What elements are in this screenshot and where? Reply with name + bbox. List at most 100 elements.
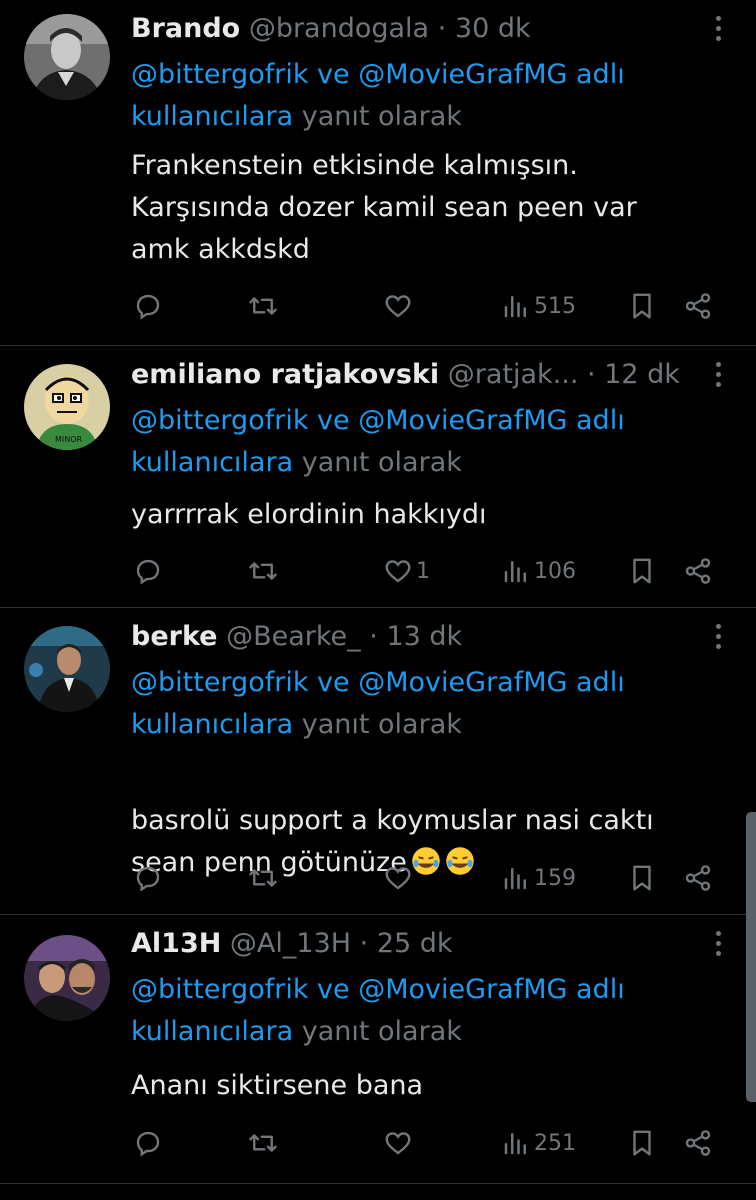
author-handle[interactable]: @brandogala	[249, 13, 429, 44]
mention-link[interactable]: kullanıcılara	[131, 101, 293, 132]
retweet-button[interactable]	[248, 288, 278, 324]
author-name[interactable]: Al13H	[131, 928, 221, 959]
mention-link[interactable]: @MovieGrafMG adlı	[358, 974, 624, 1005]
views-button[interactable]: 159	[501, 860, 576, 896]
tweet[interactable]: Brando @brandogala · 30 dk @bittergofrik…	[0, 0, 756, 346]
share-icon	[685, 865, 711, 891]
timestamp[interactable]: 13 dk	[386, 621, 462, 652]
tweet[interactable]: Al13H @Al_13H · 25 dk @bittergofrik ve @…	[0, 915, 756, 1184]
separator: ·	[437, 13, 447, 44]
like-button[interactable]	[383, 1125, 416, 1161]
avatar[interactable]	[24, 14, 110, 100]
replying-to: @bittergofrik ve @MovieGrafMG adlı kulla…	[131, 54, 711, 138]
timestamp[interactable]: 12 dk	[604, 359, 680, 390]
author-name[interactable]: berke	[131, 621, 218, 652]
bookmark-button[interactable]	[627, 1125, 657, 1161]
like-icon	[385, 867, 411, 890]
timestamp[interactable]: 30 dk	[455, 13, 531, 44]
reply-button[interactable]	[133, 288, 163, 324]
timestamp[interactable]: 25 dk	[377, 928, 453, 959]
avatar[interactable]: MINOR	[24, 364, 110, 450]
author-name[interactable]: emiliano ratjakovski	[131, 359, 439, 390]
views-button[interactable]: 515	[501, 288, 576, 324]
replying-to-suffix: yanıt olarak	[301, 101, 462, 132]
separator: ·	[587, 359, 596, 390]
bookmark-button[interactable]	[627, 288, 657, 324]
like-button[interactable]	[383, 860, 416, 896]
connector-text: ve	[317, 59, 350, 90]
avatar[interactable]	[24, 935, 110, 1021]
mention-link[interactable]: kullanıcılara	[131, 447, 293, 478]
mention-link[interactable]: kullanıcılara	[131, 709, 293, 740]
replying-to: @bittergofrik ve @MovieGrafMG adlı kulla…	[131, 662, 711, 746]
reply-button[interactable]	[133, 1125, 163, 1161]
like-button[interactable]: 1	[383, 553, 430, 589]
tweet-header: Brando @brandogala · 30 dk	[131, 12, 696, 46]
author-name[interactable]: Brando	[131, 13, 240, 44]
mention-link[interactable]: @MovieGrafMG adlı	[358, 405, 624, 436]
action-bar: 159	[131, 860, 721, 896]
share-icon	[685, 1130, 711, 1156]
author-handle[interactable]: @ratjak...	[448, 359, 579, 390]
scrollbar[interactable]	[746, 812, 756, 1102]
retweet-icon	[249, 1134, 277, 1152]
mention-link[interactable]: @MovieGrafMG adlı	[358, 59, 624, 90]
share-button[interactable]	[683, 1125, 713, 1161]
share-icon	[685, 293, 711, 319]
svg-text:MINOR: MINOR	[55, 435, 83, 444]
more-icon[interactable]	[716, 931, 722, 961]
mention-link[interactable]: @bittergofrik	[131, 667, 308, 698]
action-bar: 515	[131, 288, 721, 324]
replying-to-suffix: yanıt olarak	[301, 447, 462, 478]
tweet-header: Al13H @Al_13H · 25 dk	[131, 927, 696, 961]
more-icon[interactable]	[716, 362, 722, 392]
reply-icon	[136, 866, 160, 892]
mention-link[interactable]: @bittergofrik	[131, 974, 308, 1005]
reply-icon	[136, 1131, 160, 1157]
avatar-image: MINOR	[24, 364, 110, 450]
tweet-text: yarrrrak elordinin hakkıydı	[131, 499, 487, 530]
reply-button[interactable]	[133, 553, 163, 589]
replying-to-suffix: yanıt olarak	[301, 709, 462, 740]
share-button[interactable]	[683, 860, 713, 896]
views-icon	[504, 1133, 526, 1155]
avatar-image	[24, 935, 110, 1021]
action-bar: 251	[131, 1125, 721, 1161]
avatar[interactable]	[24, 626, 110, 712]
tweet-header: berke @Bearke_ · 13 dk	[131, 620, 696, 654]
tweet[interactable]: berke @Bearke_ · 13 dk @bittergofrik ve …	[0, 608, 756, 915]
connector-text: ve	[317, 667, 350, 698]
retweet-button[interactable]	[248, 553, 278, 589]
mention-link[interactable]: kullanıcılara	[131, 1016, 293, 1047]
view-count: 106	[534, 558, 576, 584]
retweet-icon	[249, 297, 277, 315]
retweet-button[interactable]	[248, 860, 278, 896]
retweet-button[interactable]	[248, 1125, 278, 1161]
author-handle[interactable]: @Al_13H	[230, 928, 351, 959]
author-handle[interactable]: @Bearke_	[226, 621, 361, 652]
bookmark-icon	[633, 293, 651, 319]
like-button[interactable]	[383, 288, 416, 324]
more-icon[interactable]	[716, 16, 722, 46]
more-icon[interactable]	[716, 624, 722, 654]
bookmark-button[interactable]	[627, 553, 657, 589]
bookmark-button[interactable]	[627, 860, 657, 896]
mention-link[interactable]: @bittergofrik	[131, 405, 308, 436]
separator: ·	[369, 621, 378, 652]
separator: ·	[359, 928, 369, 959]
view-count: 251	[534, 1130, 576, 1156]
mention-link[interactable]: @MovieGrafMG adlı	[358, 667, 624, 698]
bookmark-icon	[633, 865, 651, 891]
mention-link[interactable]: @bittergofrik	[131, 59, 308, 90]
share-button[interactable]	[683, 553, 713, 589]
share-button[interactable]	[683, 288, 713, 324]
tweet[interactable]: MINOR emiliano ratjakovski @ratjak... · …	[0, 346, 756, 608]
tweet-text: Frankenstein etkisinde kalmışsın. Karşıs…	[131, 150, 637, 265]
views-button[interactable]: 106	[501, 553, 576, 589]
reply-button[interactable]	[133, 860, 163, 896]
tweet-header: emiliano ratjakovski @ratjak... · 12 dk	[131, 358, 696, 392]
view-count: 159	[534, 865, 576, 891]
views-button[interactable]: 251	[501, 1125, 576, 1161]
retweet-icon	[249, 869, 277, 887]
view-count: 515	[534, 293, 576, 319]
